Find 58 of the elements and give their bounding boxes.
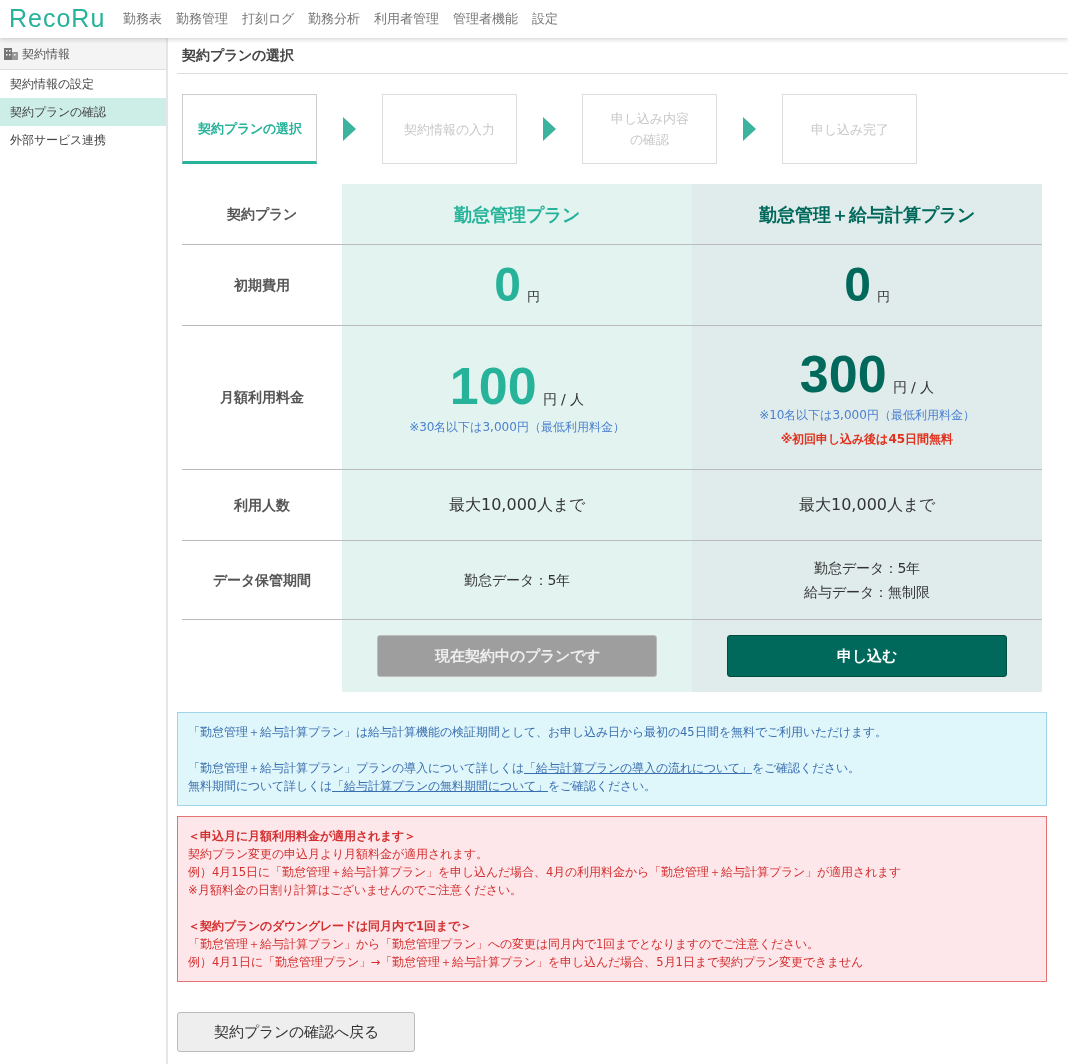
price-note: ※30名以下は3,000円（最低利用料金） xyxy=(409,418,625,436)
row-label: 契約プラン xyxy=(227,204,297,224)
retention-text: 給与データ：無制限 xyxy=(804,583,930,602)
user-limit: 最大10,000人まで xyxy=(449,494,585,516)
step-arrow-icon xyxy=(543,117,556,141)
plan-name: 勤怠管理＋給与計算プラン xyxy=(759,202,975,227)
price-unit: 円 / 人 xyxy=(892,377,935,397)
retention-text: 勤怠データ：5年 xyxy=(463,571,571,590)
nav-link[interactable]: 勤務管理 xyxy=(176,9,229,29)
notice-text: ※月額料金の日割り計算はございませんのでご注意ください。 xyxy=(188,882,523,899)
step-arrow-icon xyxy=(343,117,356,141)
sidebar-item[interactable]: 外部サービス連携 xyxy=(0,126,166,154)
plan-button: 現在契約中のプランです xyxy=(377,635,657,677)
row-label: 利用人数 xyxy=(234,495,290,515)
app-logo: RecoRu xyxy=(9,3,106,35)
notice-heading: ＜契約プランのダウングレードは同月内で1回まで＞ xyxy=(188,918,473,935)
row-label: 初期費用 xyxy=(234,275,290,295)
nav-link[interactable]: 打刻ログ xyxy=(242,9,295,29)
price-amount: 100 xyxy=(449,359,537,412)
info-text: 「勤怠管理＋給与計算プラン」は給与計算機能の検証期間として、お申し込み日から最初の45日間を無料でご利用いただけます。 xyxy=(188,724,887,741)
notice-text: 例）4月15日に「勤怠管理＋給与計算プラン」を申し込んだ場合、4月の利用料金から「勤怠管理＋給与計算プラン」が適用されます xyxy=(188,864,903,881)
sidebar-heading: 契約情報 xyxy=(22,45,70,63)
sidebar-item[interactable]: 契約プランの確認 xyxy=(0,98,166,126)
price-amount: 300 xyxy=(799,347,887,400)
promo-note: ※初回申し込み後は45日間無料 xyxy=(780,430,954,448)
row-label: 月額利用料金 xyxy=(220,388,304,407)
building-icon xyxy=(4,47,18,60)
user-limit: 最大10,000人まで xyxy=(799,494,935,516)
page-title: 契約プランの選択 xyxy=(177,38,1068,74)
price-amount: 0 xyxy=(844,261,871,309)
step-label: 契約プランの選択 xyxy=(197,119,302,138)
back-button[interactable]: 契約プランの確認へ戻る xyxy=(177,1012,415,1052)
price-unit: 円 xyxy=(526,288,540,306)
notice-heading: ＜申込月に月額利用料金が適用されます＞ xyxy=(188,828,417,845)
nav-link[interactable]: 管理者機能 xyxy=(453,9,519,29)
step-arrow-icon xyxy=(743,117,756,141)
nav-link[interactable]: 設定 xyxy=(532,9,559,29)
help-link[interactable]: 「給与計算プランの無料期間について」 xyxy=(332,777,548,795)
price-amount: 0 xyxy=(494,261,521,309)
row-label: データ保管期間 xyxy=(213,570,311,590)
price-unit: 円 / 人 xyxy=(542,389,585,409)
nav-link[interactable]: 勤務表 xyxy=(123,9,163,29)
notice-text: 例）4月1日に「勤怠管理プラン」→「勤怠管理＋給与計算プラン」を申し込んだ場合、5月1日まで契約プラン変更できません xyxy=(188,954,864,971)
retention-text: 勤怠データ：5年 xyxy=(813,559,921,578)
help-link[interactable]: 「給与計算プランの導入の流れについて」 xyxy=(524,759,752,777)
info-text: 「勤怠管理＋給与計算プラン」プランの導入について詳しくは xyxy=(188,760,524,777)
notice-text: 「勤怠管理＋給与計算プラン」から「勤怠管理プラン」への変更は同月内で1回までとなりますのでご注意ください。 xyxy=(188,936,821,953)
price-unit: 円 xyxy=(876,288,890,306)
info-text: をご確認ください。 xyxy=(752,760,860,777)
plan-name: 勤怠管理プラン xyxy=(454,202,580,227)
sidebar-item[interactable]: 契約情報の設定 xyxy=(0,70,166,98)
plan-button[interactable]: 申し込む xyxy=(727,635,1007,677)
info-text: をご確認ください。 xyxy=(548,778,656,795)
info-text: 無料期間について詳しくは xyxy=(188,778,332,795)
nav-link[interactable]: 利用者管理 xyxy=(374,9,440,29)
notice-text: 契約プラン変更の申込月より月額料金が適用されます。 xyxy=(188,846,489,863)
price-note: ※10名以下は3,000円（最低利用料金） xyxy=(759,406,975,424)
nav-link[interactable]: 勤務分析 xyxy=(308,9,361,29)
